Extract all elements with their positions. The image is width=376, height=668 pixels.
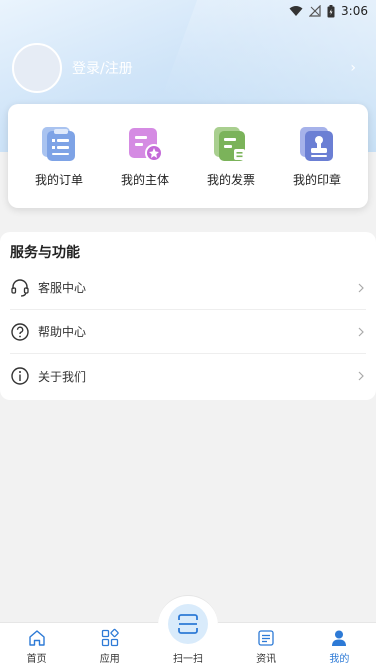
news-icon (258, 630, 274, 646)
tab-label: 应用 (99, 654, 120, 665)
tab-apps[interactable]: 应用 (80, 628, 140, 665)
invoice-icon (214, 126, 245, 161)
headset-icon (11, 278, 29, 297)
service-row-help-center[interactable]: 帮助中心 (10, 310, 366, 354)
tab-label: 扫一扫 (172, 654, 203, 665)
service-label: 客服中心 (38, 281, 87, 295)
order-icon (42, 126, 75, 161)
quick-label: 我的印章 (292, 172, 341, 187)
service-label: 关于我们 (38, 369, 87, 384)
avatar[interactable] (12, 43, 62, 93)
tab-mine[interactable]: 我的 (309, 628, 369, 665)
quick-item-invoices[interactable]: 我的发票 (195, 125, 267, 188)
login-register-link[interactable]: 登录/注册 (72, 58, 350, 78)
quick-item-seals[interactable]: 我的印章 (281, 125, 353, 188)
signal-icon (309, 5, 321, 17)
services-panel: 服务与功能 客服中心 帮助中心 关于我们 (0, 232, 376, 400)
quick-item-entity[interactable]: 我的主体 (109, 125, 181, 188)
quick-label: 我的主体 (120, 172, 169, 187)
tab-scan[interactable]: 扫一扫 (153, 595, 223, 665)
seal-icon (300, 126, 333, 161)
wifi-icon (289, 6, 303, 16)
status-time: 3:06 (341, 4, 368, 18)
chevron-right-icon (358, 283, 364, 292)
chevron-right-icon (358, 327, 364, 336)
question-icon (11, 322, 29, 341)
chevron-right-icon: › (350, 60, 356, 76)
tab-label: 我的 (329, 654, 350, 665)
service-row-about-us[interactable]: 关于我们 (10, 354, 366, 398)
scan-button[interactable] (167, 604, 208, 644)
tab-home[interactable]: 首页 (7, 628, 67, 665)
user-icon (332, 630, 347, 646)
profile-row[interactable]: 登录/注册 › (12, 42, 356, 94)
tab-label: 首页 (26, 654, 47, 665)
service-row-customer-service[interactable]: 客服中心 (10, 266, 366, 310)
info-icon (11, 367, 29, 385)
bottom-tab-bar: 首页 应用 扫一扫 资讯 我的 (0, 595, 376, 668)
service-label: 帮助中心 (38, 325, 87, 339)
quick-item-orders[interactable]: 我的订单 (23, 125, 95, 188)
battery-icon (327, 4, 335, 17)
apps-icon (101, 628, 119, 647)
status-bar: 3:06 (0, 0, 376, 22)
entity-icon (129, 127, 163, 162)
quick-label: 我的发票 (206, 172, 255, 187)
scan-icon (178, 614, 198, 634)
tab-label: 资讯 (256, 654, 277, 665)
quick-label: 我的订单 (34, 172, 83, 187)
quick-actions-card: 我的订单 我的主体 我的发票 我的印章 (8, 104, 368, 208)
home-icon (28, 630, 45, 646)
tab-news[interactable]: 资讯 (236, 628, 296, 665)
chevron-right-icon (358, 371, 364, 381)
services-title: 服务与功能 (10, 245, 80, 261)
